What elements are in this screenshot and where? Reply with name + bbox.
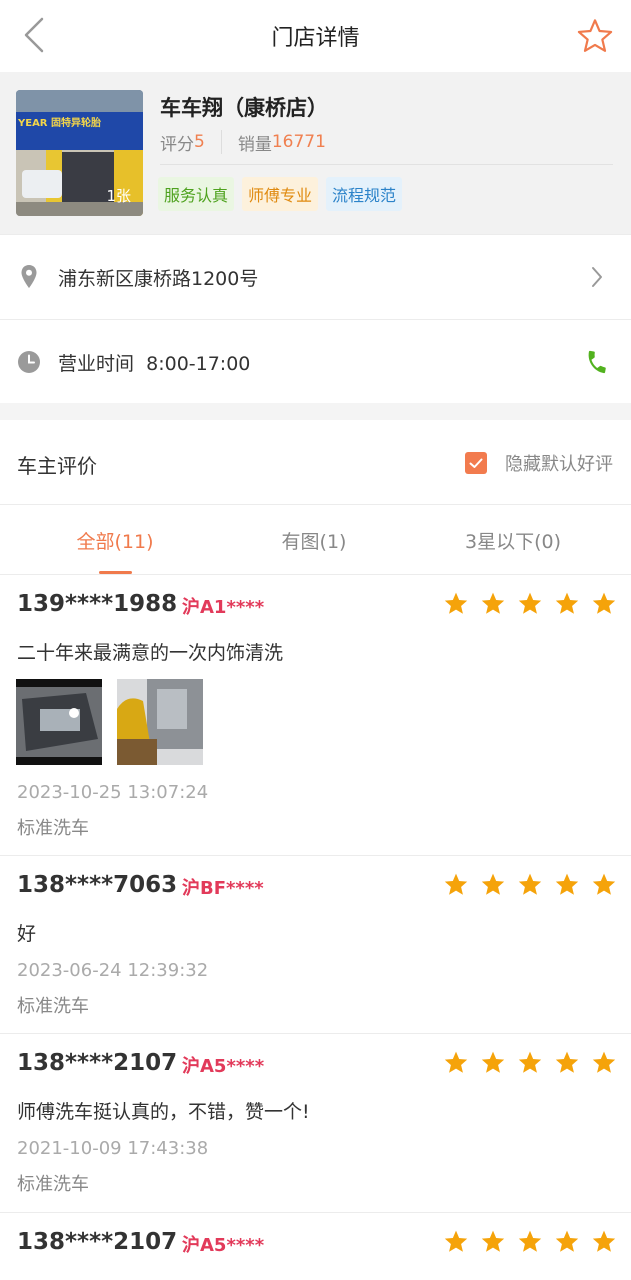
reviews-title: 车主评价 — [17, 454, 97, 478]
review-item: 138****7063 沪BF**** 好 2023-06-24 12:39:3… — [0, 856, 631, 1034]
review-item: 139****1988 沪A1**** 二十年来最满意的一次内饰清洗 2023-… — [0, 575, 631, 856]
star-icon — [444, 873, 468, 895]
reviewer-plate: 沪A5**** — [182, 1235, 265, 1256]
active-tab-indicator — [99, 571, 132, 574]
call-button[interactable] — [583, 348, 611, 376]
hide-default-toggle[interactable]: 隐藏默认好评 — [465, 450, 613, 476]
review-tabs: 全部(11) 有图(1) 3星以下(0) — [0, 505, 631, 575]
review-image[interactable] — [16, 679, 102, 765]
reviewer-phone: 138****2107 — [17, 1229, 178, 1255]
star-icon — [592, 1230, 616, 1252]
svg-text:YEAR 固特异轮胎: YEAR 固特异轮胎 — [17, 116, 101, 129]
sales-value: 16771 — [271, 132, 326, 152]
address-row[interactable]: 浦东新区康桥路1200号 — [0, 234, 631, 319]
business-hours: 营业时间 8:00-17:00 — [58, 349, 250, 376]
star-rating — [432, 872, 617, 897]
hours-label: 营业时间 — [58, 353, 135, 375]
star-icon — [518, 592, 542, 614]
hours-row: 营业时间 8:00-17:00 — [0, 319, 631, 403]
address-text: 浦东新区康桥路1200号 — [58, 268, 259, 290]
star-icon — [518, 1230, 542, 1252]
star-icon — [444, 1230, 468, 1252]
store-stats: 评分 5 销量 16771 — [160, 128, 326, 156]
reviewer-phone: 138****7063 — [17, 872, 178, 898]
page-title: 门店详情 — [271, 26, 360, 51]
reviewer-plate: 沪BF**** — [182, 878, 264, 899]
star-icon — [518, 873, 542, 895]
reviewer-phone: 139****1988 — [17, 591, 178, 617]
tab-with-images[interactable]: 有图(1) — [209, 527, 419, 554]
star-icon — [592, 592, 616, 614]
star-icon — [555, 1051, 579, 1073]
star-icon — [555, 1230, 579, 1252]
favorite-button[interactable] — [573, 14, 617, 58]
star-icon — [481, 592, 505, 614]
reviewer-phone: 138****2107 — [17, 1050, 178, 1076]
sales-label: 销量 — [237, 134, 272, 155]
star-icon — [555, 592, 579, 614]
chevron-right-icon — [592, 267, 602, 287]
tab-all[interactable]: 全部(11) — [10, 527, 220, 554]
star-rating — [432, 591, 617, 616]
review-time: 2021-10-09 17:43:38 — [17, 1138, 209, 1159]
photo-count: 1张 — [106, 187, 131, 205]
review-text: 好 — [17, 923, 37, 945]
review-text: 师傅洗车挺认真的，不错，赞一个! — [17, 1101, 310, 1123]
reviewer-plate: 沪A1**** — [182, 597, 265, 618]
clock-icon — [18, 351, 40, 373]
rating-label: 评分 — [160, 134, 194, 155]
review-photo-cleaning — [117, 679, 203, 765]
rating-value: 5 — [194, 132, 205, 152]
star-icon — [444, 592, 468, 614]
star-icon — [555, 873, 579, 895]
star-icon — [481, 1230, 505, 1252]
star-outline-icon — [577, 19, 613, 52]
tag-service: 服务认真 — [158, 177, 235, 211]
hide-default-checkbox[interactable] — [465, 452, 487, 474]
review-text: 二十年来最满意的一次内饰清洗 — [17, 642, 284, 664]
review-item: 138****2107 沪A5**** — [0, 1213, 631, 1280]
tag-professional: 师傅专业 — [242, 177, 319, 211]
hours-value: 8:00-17:00 — [146, 353, 251, 375]
divider — [160, 164, 613, 165]
star-icon — [592, 873, 616, 895]
phone-icon — [588, 350, 606, 374]
review-image[interactable] — [117, 679, 203, 765]
store-tags: 服务认真 师傅专业 流程规范 — [158, 177, 410, 211]
star-icon — [444, 1051, 468, 1073]
review-photo-car-interior — [16, 679, 102, 765]
review-time: 2023-06-24 12:39:32 — [17, 960, 209, 981]
store-name: 车车翔（康桥店） — [160, 96, 328, 120]
review-time: 2023-10-25 13:07:24 — [17, 782, 209, 803]
store-sign: YEAR 固特异轮胎 — [17, 116, 101, 129]
store-info-card: YEAR 固特异轮胎 1张 车车翔（康桥店） 评分 5 销量 16771 服务认… — [0, 72, 631, 234]
checkmark-icon — [469, 458, 483, 468]
stat-divider — [220, 130, 222, 154]
star-icon — [518, 1051, 542, 1073]
star-rating — [432, 1229, 617, 1254]
location-pin-icon — [21, 265, 37, 288]
star-rating — [432, 1050, 617, 1075]
tab-low-rating[interactable]: 3星以下(0) — [408, 527, 618, 554]
review-service: 标准洗车 — [17, 818, 89, 839]
star-icon — [481, 1051, 505, 1073]
tag-process: 流程规范 — [326, 177, 403, 211]
review-service: 标准洗车 — [17, 1174, 89, 1195]
top-bar: 门店详情 — [0, 0, 631, 72]
reviewer-plate: 沪A5**** — [182, 1056, 265, 1077]
star-icon — [481, 873, 505, 895]
review-service: 标准洗车 — [17, 996, 89, 1017]
store-photo[interactable]: YEAR 固特异轮胎 1张 — [16, 90, 143, 216]
address-arrow — [583, 263, 611, 291]
review-item: 138****2107 沪A5**** 师傅洗车挺认真的，不错，赞一个! 202… — [0, 1034, 631, 1213]
reviews-header: 车主评价 隐藏默认好评 — [0, 420, 631, 505]
star-icon — [592, 1051, 616, 1073]
hide-default-label: 隐藏默认好评 — [505, 454, 613, 475]
